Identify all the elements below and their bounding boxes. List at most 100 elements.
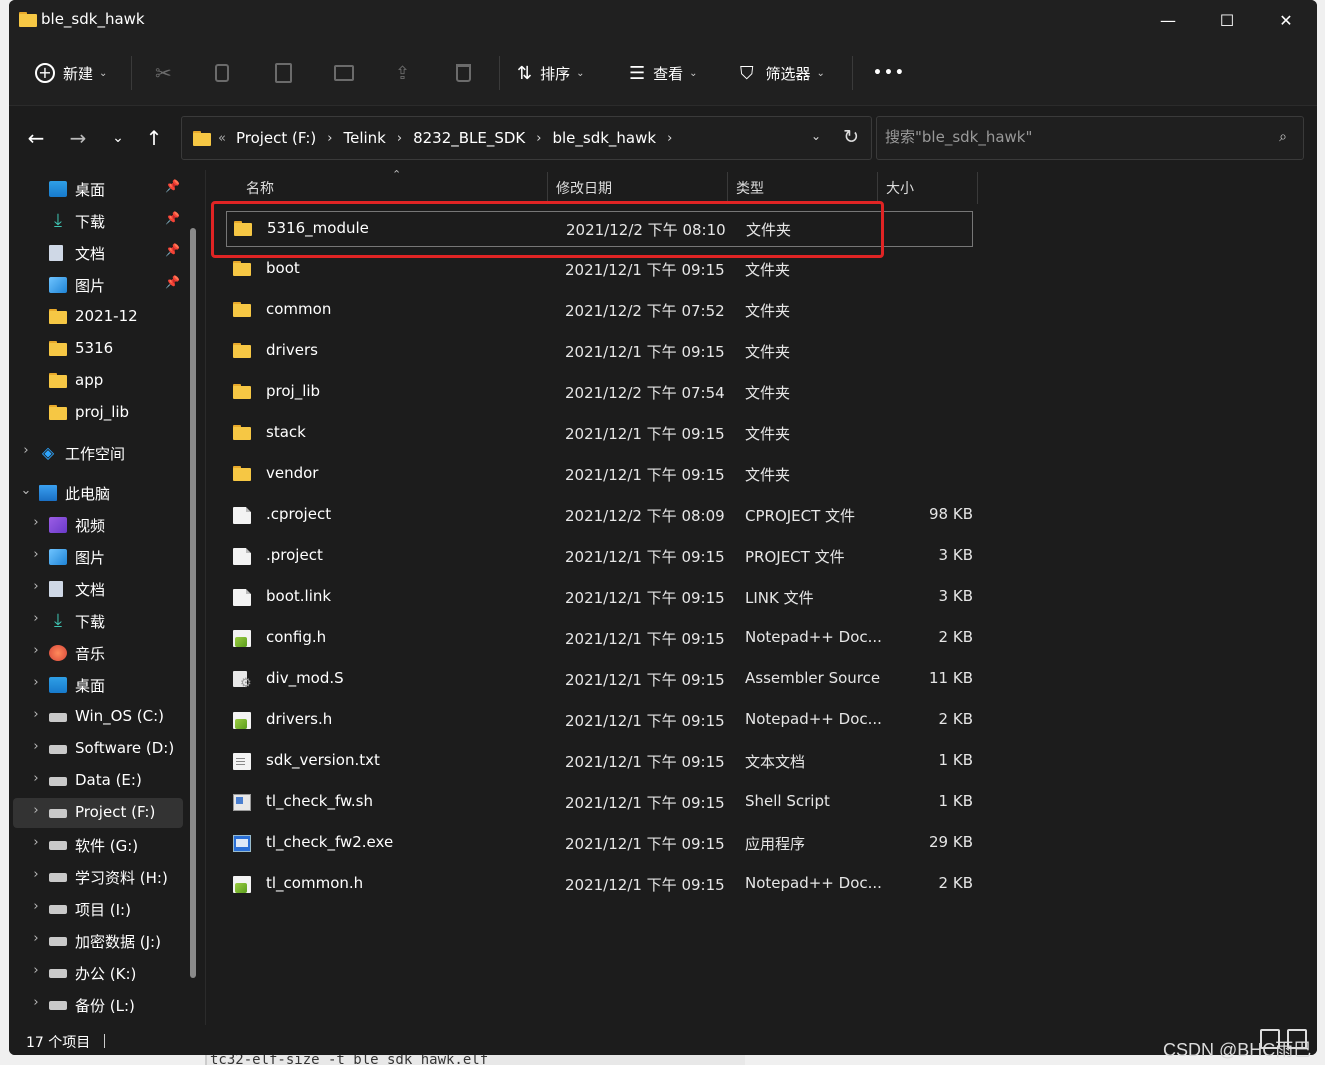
rename-icon[interactable] [334,58,354,88]
sidebar-item-drive-h[interactable]: › 学习资料 (H:) [13,862,183,892]
sidebar-item-drive-j[interactable]: › 加密数据 (J:) [13,926,183,956]
sidebar-item-2021-12[interactable]: 2021-12 [13,302,183,332]
file-row[interactable]: vendor 2021/12/1 下午 09:15 文件夹 [226,457,973,493]
sidebar-item-pictures[interactable]: 图片 📌 [13,270,183,300]
breadcrumb-current[interactable]: ble_sdk_hawk [552,129,656,147]
sidebar-item-drive-i[interactable]: › 项目 (I:) [13,894,183,924]
chevron-right-icon[interactable]: › [29,867,43,882]
column-header-date[interactable]: 修改日期 [556,178,612,198]
chevron-right-icon[interactable]: › [29,931,43,946]
chevron-right-icon[interactable]: › [397,131,402,146]
up-arrow-icon[interactable]: ↑ [139,124,169,152]
forward-arrow-icon[interactable]: → [63,124,93,152]
new-button[interactable]: + 新建 ⌄ [35,58,107,88]
chevron-right-icon[interactable]: › [29,611,43,626]
address-bar[interactable]: « Project (F:) › Telink › 8232_BLE_SDK ›… [181,116,872,160]
chevron-right-icon[interactable]: › [327,131,332,146]
breadcrumb-drive[interactable]: Project (F:) [236,129,316,147]
minimize-button[interactable]: — [1139,0,1197,40]
sidebar-item-drive-e[interactable]: › Data (E:) [13,766,183,796]
file-row[interactable]: boot.link 2021/12/1 下午 09:15 LINK 文件 3 K… [226,580,973,616]
column-header-size[interactable]: 大小 [886,178,914,198]
sidebar-item-pc-pictures[interactable]: › 图片 [13,542,183,572]
sidebar-item-desktop[interactable]: 桌面 📌 [13,174,183,204]
maximize-button[interactable]: ☐ [1198,0,1256,40]
share-icon[interactable]: ⇪ [395,58,410,88]
chevron-right-icon[interactable]: › [29,579,43,594]
paste-icon[interactable] [275,58,292,88]
sidebar-item-workspace[interactable]: › ◈ 工作空间 [13,438,183,468]
view-button[interactable]: ☰ 查看 ⌄ [629,58,698,88]
column-header-type[interactable]: 类型 [736,178,764,198]
sidebar-item-app[interactable]: app [13,366,183,396]
copy-icon[interactable] [215,58,229,88]
chevron-right-icon[interactable]: › [667,131,672,146]
delete-icon[interactable] [456,58,471,88]
chevron-right-icon[interactable]: › [29,771,43,786]
file-row[interactable]: boot 2021/12/1 下午 09:15 文件夹 [226,252,973,288]
recent-locations-chevron-icon[interactable]: ⌄ [103,124,133,152]
chevron-right-icon[interactable]: › [29,899,43,914]
cut-icon[interactable]: ✂ [155,58,172,88]
refresh-icon[interactable]: ↻ [843,126,859,148]
overflow-icon[interactable]: « [218,131,226,146]
file-row[interactable]: sdk_version.txt 2021/12/1 下午 09:15 文本文档 … [226,744,973,780]
chevron-right-icon[interactable]: › [29,547,43,562]
chevron-right-icon[interactable]: › [29,835,43,850]
chevron-right-icon[interactable]: › [29,643,43,658]
close-button[interactable]: ✕ [1257,0,1315,40]
sidebar-item-documents[interactable]: 文档 📌 [13,238,183,268]
breadcrumb-sdk[interactable]: 8232_BLE_SDK [413,129,525,147]
sidebar-item-this-pc[interactable]: ⌄ 此电脑 [13,478,183,508]
file-row[interactable]: 5316_module 2021/12/2 下午 08:10 文件夹 [226,211,973,247]
file-row[interactable]: .project 2021/12/1 下午 09:15 PROJECT 文件 3… [226,539,973,575]
file-row[interactable]: stack 2021/12/1 下午 09:15 文件夹 [226,416,973,452]
sort-button[interactable]: ⇅ 排序 ⌄ [517,58,585,88]
chevron-right-icon[interactable]: › [29,963,43,978]
file-row[interactable]: tl_common.h 2021/12/1 下午 09:15 Notepad++… [226,867,973,903]
file-row[interactable]: config.h 2021/12/1 下午 09:15 Notepad++ Do… [226,621,973,657]
sidebar-item-music[interactable]: › 音乐 [13,638,183,668]
sidebar-scrollbar[interactable] [190,228,196,978]
sidebar-item-videos[interactable]: › 视频 [13,510,183,540]
sidebar-item-proj-lib[interactable]: proj_lib [13,398,183,428]
address-dropdown-icon[interactable]: ⌄ [811,129,821,143]
search-box[interactable]: ⌕ [876,116,1304,160]
chevron-right-icon[interactable]: › [19,443,33,458]
chevron-right-icon[interactable]: › [29,675,43,690]
more-options-button[interactable]: ••• [873,58,906,88]
chevron-right-icon[interactable]: › [29,515,43,530]
column-separator[interactable] [727,172,728,204]
sidebar-item-pc-documents[interactable]: › 文档 [13,574,183,604]
column-separator[interactable] [977,172,978,204]
file-row[interactable]: common 2021/12/2 下午 07:52 文件夹 [226,293,973,329]
sidebar-item-downloads[interactable]: ⤓ 下载 📌 [13,206,183,236]
chevron-right-icon[interactable]: › [29,707,43,722]
sidebar-item-drive-k[interactable]: › 办公 (K:) [13,958,183,988]
search-input[interactable] [885,128,1265,146]
chevron-right-icon[interactable]: › [29,803,43,818]
sidebar-item-drive-g[interactable]: › 软件 (G:) [13,830,183,860]
sidebar-item-pc-downloads[interactable]: › ⤓ 下载 [13,606,183,636]
file-row[interactable]: drivers.h 2021/12/1 下午 09:15 Notepad++ D… [226,703,973,739]
chevron-right-icon[interactable]: › [29,995,43,1010]
sidebar-item-drive-f[interactable]: › Project (F:) [13,798,183,828]
sidebar-item-drive-c[interactable]: › Win_OS (C:) [13,702,183,732]
breadcrumb-telink[interactable]: Telink [343,129,385,147]
chevron-right-icon[interactable]: › [29,739,43,754]
column-separator[interactable] [547,172,548,204]
sidebar-item-drive-l[interactable]: › 备份 (L:) [13,990,183,1020]
file-row[interactable]: tl_check_fw.sh 2021/12/1 下午 09:15 Shell … [226,785,973,821]
chevron-right-icon[interactable]: › [536,131,541,146]
column-header-name[interactable]: 名称 [246,178,274,198]
file-row[interactable]: .cproject 2021/12/2 下午 08:09 CPROJECT 文件… [226,498,973,534]
file-row[interactable]: div_mod.S 2021/12/1 下午 09:15 Assembler S… [226,662,973,698]
filter-button[interactable]: ⛉ 筛选器 ⌄ [740,58,825,88]
sidebar-item-pc-desktop[interactable]: › 桌面 [13,670,183,700]
file-row[interactable]: tl_check_fw2.exe 2021/12/1 下午 09:15 应用程序… [226,826,973,862]
file-row[interactable]: drivers 2021/12/1 下午 09:15 文件夹 [226,334,973,370]
back-arrow-icon[interactable]: ← [21,124,51,152]
file-row[interactable]: proj_lib 2021/12/2 下午 07:54 文件夹 [226,375,973,411]
column-separator[interactable] [877,172,878,204]
sidebar-item-drive-d[interactable]: › Software (D:) [13,734,183,764]
